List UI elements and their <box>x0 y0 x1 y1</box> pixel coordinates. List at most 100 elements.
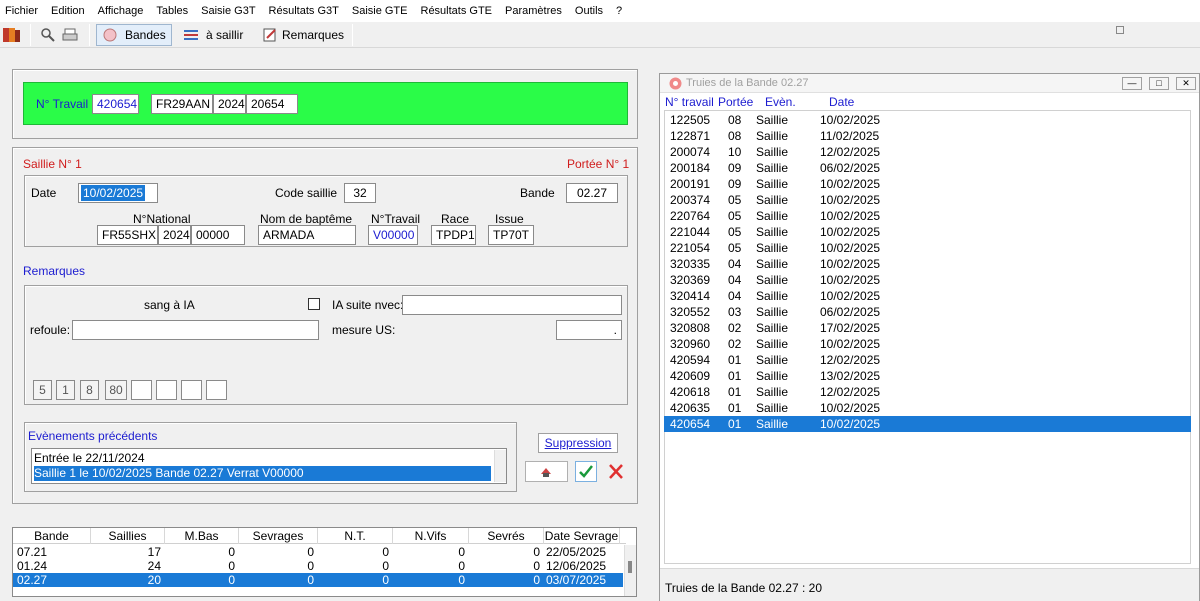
cancel-button[interactable] <box>605 461 627 482</box>
truies-row[interactable]: 122505 08 Saillie 10/02/2025 <box>666 112 1191 128</box>
score-field-1[interactable]: 5 <box>33 380 52 400</box>
bandes-button[interactable]: Bandes <box>96 24 172 46</box>
a-saillir-button[interactable]: à saillir <box>182 24 256 46</box>
menu-item-8[interactable]: Paramètres <box>500 5 570 17</box>
app-icon[interactable] <box>2 24 24 46</box>
bapteme-field[interactable]: ARMADA <box>258 225 356 245</box>
suppression-button[interactable]: Suppression <box>538 433 618 453</box>
truies-row[interactable]: 420635 01 Saillie 10/02/2025 <box>666 400 1191 416</box>
truies-row[interactable]: 320960 02 Saillie 10/02/2025 <box>666 336 1191 352</box>
search-icon[interactable] <box>40 24 60 46</box>
truies-col-travail[interactable]: N° travail <box>665 95 714 109</box>
score-field-4[interactable]: 80 <box>105 380 127 400</box>
menu-item-5[interactable]: Résultats G3T <box>264 5 347 17</box>
minimize-button[interactable]: — <box>1122 77 1142 90</box>
race-field[interactable]: TPDP1 <box>431 225 476 245</box>
bandes-cell: 07.21 <box>17 545 48 559</box>
date-field[interactable]: 10/02/2025 <box>78 183 158 203</box>
national-year-field[interactable]: 2024 <box>158 225 191 245</box>
truies-row[interactable]: 200374 05 Saillie 10/02/2025 <box>666 192 1191 208</box>
restore-button[interactable]: □ <box>1149 77 1169 90</box>
col-header-mbas[interactable]: M.Bas <box>165 528 239 544</box>
truies-row[interactable]: 320552 03 Saillie 06/02/2025 <box>666 304 1191 320</box>
mesure-us-field[interactable]: . <box>556 320 622 340</box>
truies-row[interactable]: 320369 04 Saillie 10/02/2025 <box>666 272 1191 288</box>
score-field-7[interactable] <box>181 380 202 400</box>
truies-row[interactable]: 320335 04 Saillie 10/02/2025 <box>666 256 1191 272</box>
national-code-field[interactable]: FR55SHX <box>97 225 158 245</box>
truies-row[interactable]: 200191 09 Saillie 10/02/2025 <box>666 176 1191 192</box>
validate-button[interactable] <box>575 461 597 482</box>
menu-item-10[interactable]: ? <box>611 5 630 17</box>
bandes-table-row[interactable]: 02.27 20 0 0 0 0 0 03/07/2025 <box>13 573 623 587</box>
bandes-table-row[interactable]: 07.21 17 0 0 0 0 0 22/05/2025 <box>13 545 623 559</box>
evenements-list[interactable]: Entrée le 22/11/2024 Saillie 1 le 10/02/… <box>31 448 507 484</box>
menu-item-4[interactable]: Saisie G3T <box>196 5 263 17</box>
menu-item-7[interactable]: Résultats GTE <box>416 5 501 17</box>
col-header-bande[interactable]: Bande <box>13 528 91 544</box>
print-icon[interactable] <box>62 24 82 46</box>
menu-item-2[interactable]: Affichage <box>93 5 152 17</box>
evenement-item[interactable]: Entrée le 22/11/2024 <box>34 451 491 465</box>
score-field-2[interactable]: 1 <box>56 380 75 400</box>
menu-item-1[interactable]: Edition <box>46 5 93 17</box>
n-travail-field[interactable]: V00000 <box>368 225 418 245</box>
menu-item-0[interactable]: Fichier <box>0 5 46 17</box>
bandes-table-row[interactable]: 01.24 24 0 0 0 0 0 12/06/2025 <box>13 559 623 573</box>
ia-suite-field[interactable] <box>402 295 622 315</box>
truies-cell: 10/02/2025 <box>820 289 881 303</box>
bandes-scroll-thumb[interactable] <box>628 561 632 573</box>
travail-code-field[interactable]: FR29AAN <box>151 94 213 114</box>
col-header-sevrages[interactable]: Sevrages <box>239 528 318 544</box>
bandes-scrollbar[interactable] <box>624 545 636 596</box>
evenements-title: Evènements précédents <box>28 429 158 443</box>
col-header-saillies[interactable]: Saillies <box>91 528 165 544</box>
close-button[interactable]: ✕ <box>1176 77 1196 90</box>
truies-cell: 10/02/2025 <box>820 209 881 223</box>
col-header-nt[interactable]: N.T. <box>318 528 393 544</box>
score-field-6[interactable] <box>156 380 177 400</box>
score-field-3[interactable]: 8 <box>80 380 99 400</box>
sang-ia-checkbox[interactable] <box>308 298 320 310</box>
menu-item-9[interactable]: Outils <box>570 5 611 17</box>
truies-row[interactable]: 420618 01 Saillie 12/02/2025 <box>666 384 1191 400</box>
truies-row[interactable]: 420609 01 Saillie 13/02/2025 <box>666 368 1191 384</box>
truies-row[interactable]: 420654 01 Saillie 10/02/2025 <box>664 416 1191 432</box>
remarques-button[interactable]: Remarques <box>262 24 348 46</box>
truies-row[interactable]: 221054 05 Saillie 10/02/2025 <box>666 240 1191 256</box>
travail-id-field[interactable]: 20654 <box>246 94 298 114</box>
truies-row[interactable]: 320808 02 Saillie 17/02/2025 <box>666 320 1191 336</box>
truies-titlebar[interactable]: Truies de la Bande 02.27 — □ ✕ <box>660 74 1199 93</box>
truies-row[interactable]: 320414 04 Saillie 10/02/2025 <box>666 288 1191 304</box>
truies-row[interactable]: 221044 05 Saillie 10/02/2025 <box>666 224 1191 240</box>
score-field-5[interactable] <box>131 380 152 400</box>
truies-col-portee[interactable]: Portée <box>718 95 753 109</box>
national-num-field[interactable]: 00000 <box>191 225 245 245</box>
truies-row[interactable]: 420594 01 Saillie 12/02/2025 <box>666 352 1191 368</box>
truies-col-even[interactable]: Evèn. <box>765 95 796 109</box>
refoule-field[interactable] <box>72 320 319 340</box>
menu-item-6[interactable]: Saisie GTE <box>347 5 416 17</box>
issue-field[interactable]: TP70T <box>488 225 534 245</box>
truies-row[interactable]: 200184 09 Saillie 06/02/2025 <box>666 160 1191 176</box>
truies-col-date[interactable]: Date <box>829 95 854 109</box>
truies-row[interactable]: 122871 08 Saillie 11/02/2025 <box>666 128 1191 144</box>
truies-footer: Truies de la Bande 02.27 : 20 <box>660 568 1199 601</box>
truies-row[interactable]: 200074 10 Saillie 12/02/2025 <box>666 144 1191 160</box>
bandes-cell: 0 <box>458 545 465 559</box>
travail-number-field[interactable]: 420654 <box>92 94 139 114</box>
col-header-date-sevrage[interactable]: Date Sevrage <box>544 528 620 544</box>
truies-cell: 420635 <box>670 401 711 415</box>
bande-field[interactable]: 02.27 <box>566 183 618 203</box>
code-saillie-field[interactable]: 32 <box>344 183 376 203</box>
col-header-nvifs[interactable]: N.Vifs <box>393 528 469 544</box>
truies-row[interactable]: 220764 05 Saillie 10/02/2025 <box>666 208 1191 224</box>
travail-year-field[interactable]: 2024 <box>213 94 246 114</box>
evenements-scrollbar[interactable] <box>494 450 506 482</box>
col-header-sevres[interactable]: Sevrés <box>469 528 544 544</box>
undo-button[interactable] <box>525 461 568 482</box>
score-field-8[interactable] <box>206 380 227 400</box>
evenement-item-selected[interactable]: Saillie 1 le 10/02/2025 Bande 02.27 Verr… <box>34 466 491 481</box>
bandes-cell: 02.27 <box>17 573 48 587</box>
menu-item-3[interactable]: Tables <box>151 5 196 17</box>
